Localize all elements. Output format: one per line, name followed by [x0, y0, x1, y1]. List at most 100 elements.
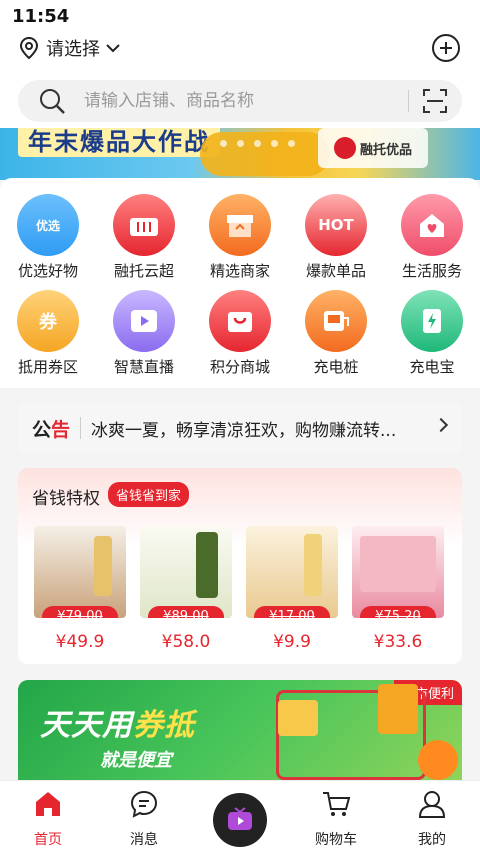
search-box — [18, 80, 462, 122]
tab-live[interactable] — [213, 793, 267, 847]
grid-label: 智慧直播 — [113, 358, 174, 376]
saver-section: 省钱特权 省钱省到家 ¥79.00 ¥49.9 ¥89.00 ¥58.0 ¥17… — [18, 468, 462, 664]
tab-label: 我的 — [418, 832, 446, 848]
basket-icon — [113, 194, 175, 256]
grid-label: 精选商家 — [209, 262, 270, 280]
banner-logo: 融托优品 — [318, 128, 428, 168]
product-image: ¥79.00 — [34, 526, 126, 618]
power-bank-icon — [401, 290, 463, 352]
product-price: ¥49.9 — [55, 632, 105, 652]
search-bar — [0, 72, 480, 128]
grid-label: 融托云超 — [113, 262, 174, 280]
grid-label: 充电桩 — [313, 358, 359, 376]
tab-label: 首页 — [34, 832, 62, 848]
search-input[interactable] — [84, 91, 384, 111]
tab-label: 购物车 — [315, 832, 357, 848]
coupon-icon: 券 — [17, 290, 79, 352]
grid-item-shenghuo[interactable]: 生活服务 — [392, 194, 472, 284]
search-divider — [408, 90, 409, 112]
brand-logo-icon — [333, 137, 356, 159]
grid-item-points[interactable]: 积分商城 — [200, 290, 280, 380]
chevron-right-icon — [433, 417, 449, 433]
cart-icon — [323, 792, 351, 816]
grid-label: 优选好物 — [17, 262, 78, 280]
grid-item-shangjia[interactable]: 精选商家 — [200, 194, 280, 284]
tab-cart[interactable]: 购物车 — [288, 789, 384, 849]
product-image: ¥89.00 — [140, 526, 232, 618]
product-old-price: ¥75.20 — [360, 606, 436, 618]
promo-title: 天天用券抵 — [40, 708, 195, 743]
tab-home[interactable]: 首页 — [0, 789, 96, 849]
grid-item-powerbank[interactable]: 充电宝 — [392, 290, 472, 380]
product-old-price: ¥89.00 — [148, 606, 224, 618]
banner-dot — [271, 140, 278, 147]
grid-item-coupon[interactable]: 券 抵用券区 — [8, 290, 88, 380]
banner-pagination — [220, 140, 295, 147]
grid-item-charger[interactable]: 充电桩 — [296, 290, 376, 380]
product-price: ¥58.0 — [161, 632, 211, 652]
promo-subtitle: 就是便宜 — [100, 750, 172, 771]
banner-dot — [220, 140, 227, 147]
promo-banner[interactable]: 年末爆品大作战 融托优品 — [0, 128, 480, 180]
product-card[interactable]: ¥17.00 ¥9.9 — [246, 526, 338, 652]
announcement-text: 冰爽一夏，畅享清凉狂欢，购物赚流转... — [91, 420, 397, 441]
tab-label: 消息 — [130, 832, 158, 848]
saver-title: 省钱特权 — [32, 489, 100, 509]
grid-label: 生活服务 — [401, 262, 462, 280]
announcement-tag: 公告 — [32, 418, 71, 441]
announcement-bar[interactable]: 公告 冰爽一夏，畅享清凉狂欢，购物赚流转... — [18, 402, 462, 454]
banner-headline: 年末爆品大作战 — [18, 128, 220, 157]
promo-fruit-image — [418, 740, 458, 780]
status-time: 11:54 — [12, 6, 70, 27]
promo-box-image — [378, 684, 418, 734]
scan-icon[interactable] — [422, 88, 448, 114]
saver-pill: 省钱省到家 — [108, 482, 190, 507]
grid-label: 抵用券区 — [17, 358, 78, 376]
banner-dot — [288, 140, 295, 147]
category-grid: 优选 优选好物 融托云超 精选商家 HOT 爆款单品 生活服务 券 抵用券区 智… — [0, 178, 480, 388]
search-icon — [40, 89, 65, 114]
banner-float-image — [200, 132, 330, 176]
product-image: ¥75.20 — [352, 526, 444, 618]
shop-bag-icon: 优选 — [17, 194, 79, 256]
user-icon — [418, 791, 446, 818]
add-icon[interactable] — [432, 34, 460, 62]
promo-box-image — [278, 700, 318, 736]
banner-dot — [237, 140, 244, 147]
grid-item-baokuan[interactable]: HOT 爆款单品 — [296, 194, 376, 284]
shopping-bag-icon — [209, 290, 271, 352]
location-selector[interactable]: 请选择 — [18, 34, 120, 62]
store-icon — [209, 194, 271, 256]
bottom-tab-bar: 首页 消息 购物车 我的 — [0, 780, 480, 853]
chat-bubble-icon — [130, 790, 158, 818]
play-video-icon — [113, 290, 175, 352]
product-card[interactable]: ¥89.00 ¥58.0 — [140, 526, 232, 652]
banner-dot — [254, 140, 261, 147]
grid-item-yunchao[interactable]: 融托云超 — [104, 194, 184, 284]
announcement-divider — [80, 417, 82, 439]
product-old-price: ¥17.00 — [254, 606, 330, 618]
product-price: ¥33.6 — [373, 632, 423, 652]
grid-label: 积分商城 — [209, 358, 270, 376]
chevron-down-icon — [106, 44, 120, 53]
grid-label: 爆款单品 — [305, 262, 366, 280]
coupon-promo-banner[interactable]: 超市便利 天天用券抵 就是便宜 — [18, 680, 462, 780]
product-card[interactable]: ¥79.00 ¥49.9 — [34, 526, 126, 652]
location-pin-icon — [19, 36, 39, 60]
top-bar: 请选择 — [0, 32, 480, 72]
product-price: ¥9.9 — [273, 632, 311, 652]
product-image: ¥17.00 — [246, 526, 338, 618]
house-heart-icon — [401, 194, 463, 256]
status-bar: 11:54 — [0, 0, 480, 32]
hot-icon: HOT — [305, 194, 367, 256]
tab-mine[interactable]: 我的 — [384, 789, 480, 849]
grid-label: 充电宝 — [409, 358, 455, 376]
product-card[interactable]: ¥75.20 ¥33.6 — [352, 526, 444, 652]
grid-item-live[interactable]: 智慧直播 — [104, 290, 184, 380]
home-icon — [36, 792, 60, 816]
product-old-price: ¥79.00 — [42, 606, 118, 618]
grid-item-youxuan[interactable]: 优选 优选好物 — [8, 194, 88, 284]
tab-messages[interactable]: 消息 — [96, 789, 192, 849]
tv-play-icon — [228, 807, 252, 830]
charging-station-icon — [305, 290, 367, 352]
